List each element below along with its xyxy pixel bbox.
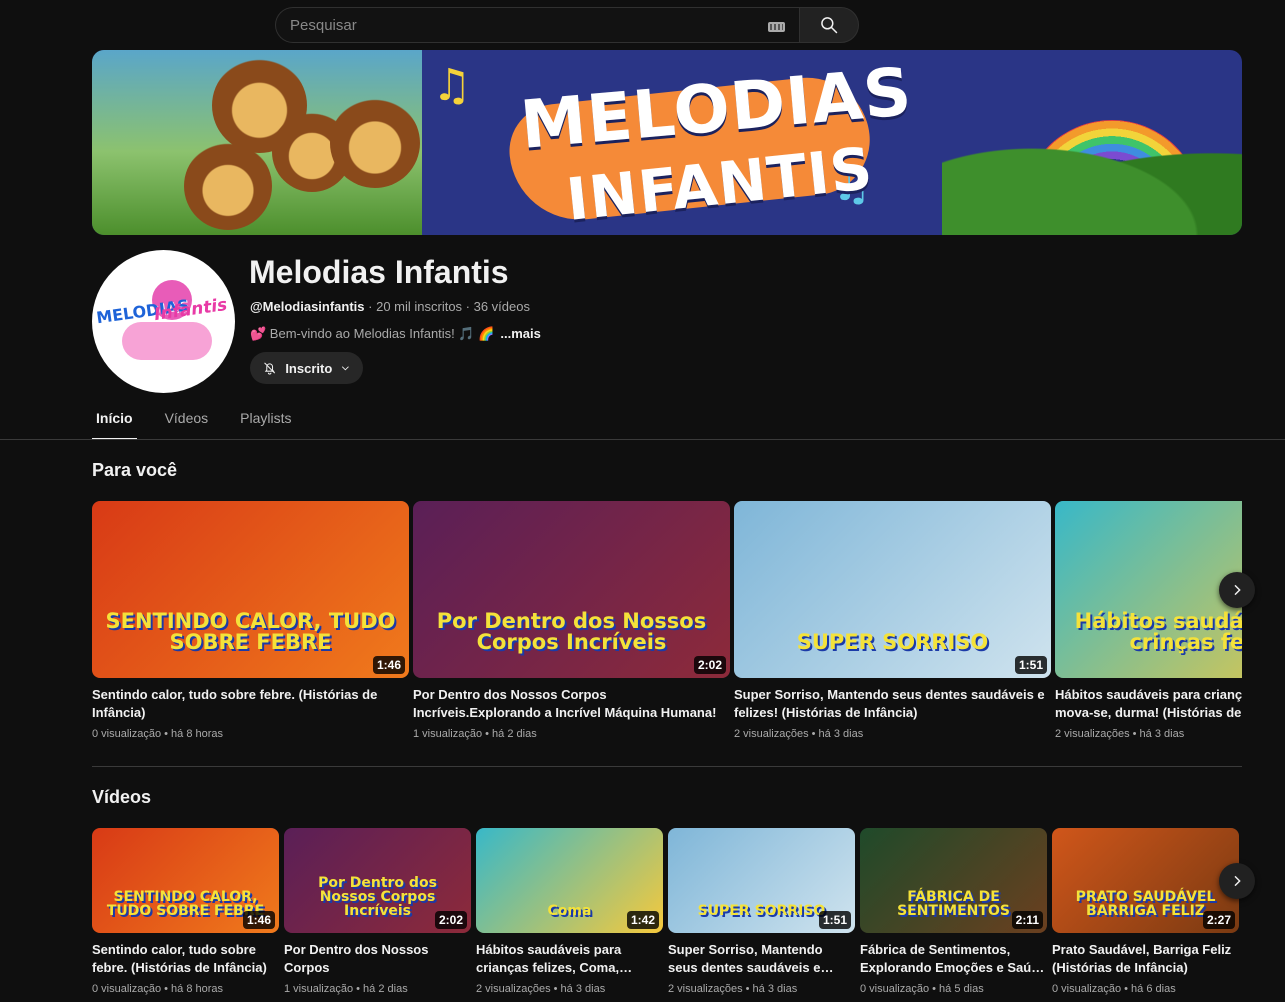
- tab-inicio[interactable]: Início: [92, 404, 137, 440]
- section-title-videos: Vídeos: [92, 787, 152, 807]
- video-meta: 2 visualizações • há 3 dias: [476, 983, 606, 995]
- tabs-divider: [0, 439, 1285, 440]
- video-title[interactable]: Fábrica de Sentimentos, Explorando Emoçõ…: [860, 941, 1047, 977]
- video-card[interactable]: Por Dentro dos Nossos Corpos Incríveis 2:…: [413, 501, 730, 740]
- video-duration: 1:42: [626, 911, 659, 929]
- video-title[interactable]: Por Dentro dos Nossos Corpos Incríveis.E…: [284, 941, 471, 977]
- thumbnail-text: SUPER SORRISO: [796, 630, 989, 654]
- video-meta: 0 visualização • há 8 horas: [92, 728, 224, 740]
- video-thumbnail[interactable]: Por Dentro dos Nossos Corpos Incríveis 2:…: [413, 501, 730, 678]
- search-button[interactable]: [799, 7, 859, 43]
- video-meta: 1 visualização • há 2 dias: [413, 728, 537, 740]
- banner-jungle-right: [942, 125, 1242, 235]
- video-card[interactable]: SUPER SORRISO 1:51 Super Sorriso, Mantendo…: [734, 501, 1051, 740]
- video-duration: 2:02: [434, 911, 467, 929]
- video-thumbnail[interactable]: PRATO SAUDÁVEL BARRIGA FELIZ 2:27: [1052, 828, 1239, 933]
- video-title[interactable]: Super Sorriso, Mantendo seus dentes saud…: [734, 686, 1051, 722]
- channel-name: Melodias Infantis: [249, 254, 509, 290]
- video-thumbnail[interactable]: SUPER SORRISO 1:51: [668, 828, 855, 933]
- video-meta: 2 visualizações • há 3 dias: [734, 728, 864, 740]
- chevron-right-icon: [1234, 875, 1241, 887]
- channel-banner: ♫ ♫ MELODIAS INFANTIS: [92, 50, 1242, 235]
- avatar-cloud: [122, 322, 212, 360]
- video-thumbnail[interactable]: Coma 1:42: [476, 828, 663, 933]
- channel-meta: @Melodiasinfantis · 20 mil inscritos · 3…: [250, 299, 530, 314]
- music-note-icon: ♫: [432, 60, 472, 111]
- search-input[interactable]: [276, 8, 799, 42]
- videos-next-button[interactable]: [1219, 863, 1255, 899]
- video-thumbnail[interactable]: Por Dentro dos Nossos Corpos Incríveis 2:…: [284, 828, 471, 933]
- for-you-row: SENTINDO CALOR, TUDO SOBRE FEBRE 1:46 Sent…: [92, 501, 1242, 751]
- tab-videos[interactable]: Vídeos: [161, 404, 213, 440]
- channel-description[interactable]: 💕 Bem-vindo ao Melodias Infantis! 🎵 🌈...…: [250, 326, 541, 342]
- thumbnail-text: SENTINDO CALOR, TUDO SOBRE FEBRE: [105, 609, 396, 654]
- chevron-right-icon: [1234, 584, 1241, 596]
- video-duration: 2:11: [1011, 911, 1043, 929]
- video-card[interactable]: SENTINDO CALOR, TUDO SOBRE FEBRE 1:46 Sent…: [92, 828, 279, 995]
- channel-handle: @Melodiasinfantis: [250, 299, 365, 314]
- bell-off-icon: [264, 362, 276, 375]
- video-title[interactable]: Super Sorriso, Mantendo seus dentes saud…: [668, 941, 855, 977]
- video-meta: 2 visualizações • há 3 dias: [1055, 728, 1185, 740]
- video-card[interactable]: PRATO SAUDÁVEL BARRIGA FELIZ 2:27 Prato Sa…: [1052, 828, 1239, 995]
- channel-avatar[interactable]: MELODIAS Infantis: [92, 250, 235, 393]
- video-thumbnail[interactable]: SENTINDO CALOR, TUDO SOBRE FEBRE 1:46: [92, 501, 409, 678]
- video-duration: 2:02: [693, 656, 726, 674]
- search-icon: [821, 17, 838, 34]
- video-card[interactable]: Hábitos saudáveis para crinças felizes1:…: [1055, 501, 1242, 740]
- video-card[interactable]: SUPER SORRISO 1:51 Super Sorriso, Mantendo…: [668, 828, 855, 995]
- video-duration: 1:51: [818, 911, 851, 929]
- section-divider: [92, 766, 1242, 767]
- video-title[interactable]: Prato Saudável, Barriga Feliz (Histórias…: [1052, 941, 1239, 977]
- video-title[interactable]: Sentindo calor, tudo sobre febre. (Histó…: [92, 941, 279, 977]
- video-duration: 1:46: [372, 656, 405, 674]
- video-meta: 0 visualização • há 6 dias: [1052, 983, 1176, 995]
- video-thumbnail[interactable]: SENTINDO CALOR, TUDO SOBRE FEBRE 1:46: [92, 828, 279, 933]
- video-thumbnail[interactable]: Hábitos saudáveis para crinças felizes1:…: [1055, 501, 1242, 678]
- thumbnail-text: Hábitos saudáveis para crinças felizes: [1074, 609, 1242, 654]
- for-you-next-button[interactable]: [1219, 572, 1255, 608]
- video-title[interactable]: Hábitos saudáveis para crianças felizes,…: [476, 941, 663, 977]
- video-title[interactable]: Sentindo calor, tudo sobre febre. (Histó…: [92, 686, 409, 722]
- videos-row: SENTINDO CALOR, TUDO SOBRE FEBRE 1:46 Sent…: [92, 828, 1242, 1002]
- video-meta: 0 visualização • há 8 horas: [92, 983, 224, 995]
- subscribed-button[interactable]: Inscrito: [250, 352, 363, 384]
- banner-lion: [330, 98, 420, 188]
- channel-stats: · 20 mil inscritos · 36 vídeos: [364, 299, 530, 314]
- keyboard-icon[interactable]: [768, 22, 785, 32]
- video-card[interactable]: Coma 1:42 Hábitos saudáveis para crianças …: [476, 828, 663, 995]
- video-duration: 2:27: [1202, 911, 1235, 929]
- video-thumbnail[interactable]: FÁBRICA DE SENTIMENTOS 2:11: [860, 828, 1047, 933]
- video-card[interactable]: Por Dentro dos Nossos Corpos Incríveis 2:…: [284, 828, 471, 995]
- search-bar: [275, 7, 859, 43]
- video-title[interactable]: Por Dentro dos Nossos Corpos Incríveis.E…: [413, 686, 730, 722]
- more-link[interactable]: ...mais: [500, 326, 540, 341]
- video-duration: 1:51: [1014, 656, 1047, 674]
- video-meta: 2 visualizações • há 3 dias: [668, 983, 798, 995]
- video-title[interactable]: Hábitos saudáveis para crianças felizes,…: [1055, 686, 1242, 722]
- tab-playlists[interactable]: Playlists: [236, 404, 295, 440]
- chevron-down-icon: [342, 366, 350, 371]
- video-meta: 0 visualização • há 5 dias: [860, 983, 984, 995]
- section-title-for-you: Para você: [92, 460, 178, 480]
- thumbnail-text: Por Dentro dos Nossos Corpos Incríveis: [436, 609, 707, 654]
- video-card[interactable]: FÁBRICA DE SENTIMENTOS 2:11 Fábrica de Sen…: [860, 828, 1047, 995]
- channel-description-text: 💕 Bem-vindo ao Melodias Infantis! 🎵 🌈: [250, 326, 495, 341]
- subscribed-label: Inscrito: [285, 360, 333, 376]
- banner-lion: [184, 142, 272, 230]
- channel-tabs: Início Vídeos Playlists: [92, 404, 320, 440]
- video-meta: 1 visualização • há 2 dias: [284, 983, 408, 995]
- video-thumbnail[interactable]: SUPER SORRISO 1:51: [734, 501, 1051, 678]
- video-duration: 1:46: [242, 911, 275, 929]
- search-box: [275, 7, 799, 43]
- video-card[interactable]: SENTINDO CALOR, TUDO SOBRE FEBRE 1:46 Sent…: [92, 501, 409, 740]
